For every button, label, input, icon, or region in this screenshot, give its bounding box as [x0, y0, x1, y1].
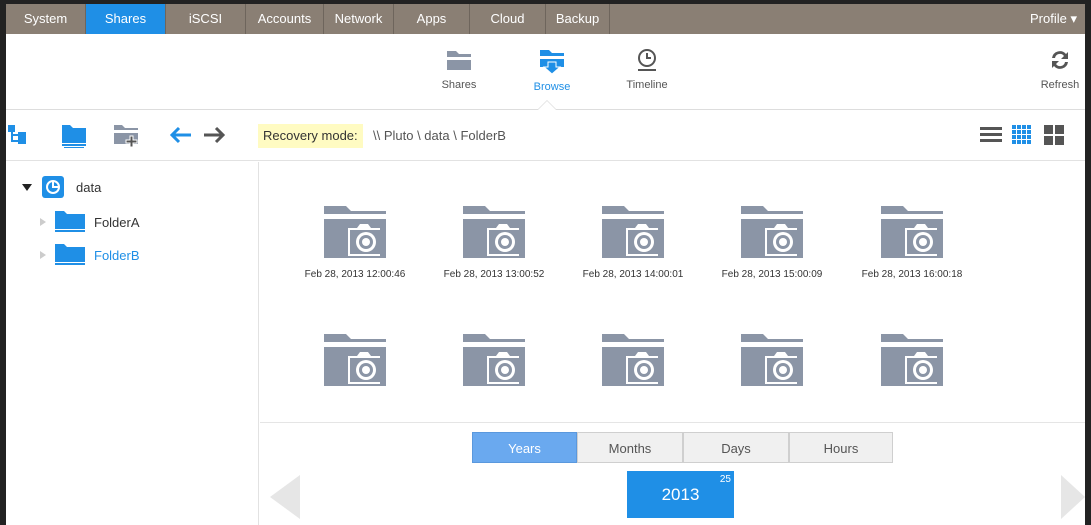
tab-iscsi[interactable]: iSCSI [166, 4, 246, 34]
snapshot-folder-camera-icon [463, 334, 525, 386]
snapshot-folder-camera-icon [741, 206, 803, 258]
snapshot-folder-camera-icon [324, 334, 386, 386]
active-tool-caret [538, 101, 556, 110]
profile-menu[interactable]: Profile ▾ [1030, 4, 1085, 34]
snapshot-timestamp: Feb 28, 2013 16:00:18 [861, 269, 963, 280]
snapshot-item[interactable] [568, 330, 698, 391]
expand-triangle-icon[interactable] [22, 182, 32, 192]
browse-tool-label: Browse [533, 81, 571, 93]
previous-arrow-icon[interactable] [270, 475, 300, 519]
tree-node-foldera[interactable]: FolderA [40, 209, 140, 235]
snapshot-timestamp: Feb 28, 2013 12:00:46 [304, 269, 406, 280]
snapshot-item[interactable]: Feb 28, 2013 16:00:18 [847, 202, 977, 280]
refresh-label: Refresh [1040, 79, 1080, 91]
snapshot-item[interactable] [847, 330, 977, 391]
snapshot-folder-camera-icon [463, 206, 525, 258]
tab-backup[interactable]: Backup [546, 4, 610, 34]
breadcrumb-path: \\ Pluto \ data \ FolderB [373, 128, 506, 143]
tree-label-foldera: FolderA [94, 214, 140, 230]
shares-tool-label: Shares [441, 79, 477, 91]
shared-folder-icon [55, 244, 85, 265]
time-selector: Years Months Days Hours 2013 25 [260, 422, 1085, 525]
recovery-mode-label: Recovery mode: [258, 124, 363, 148]
forward-arrow-icon[interactable] [202, 126, 226, 144]
tab-shares[interactable]: Shares [86, 4, 166, 34]
snapshot-folder-camera-icon [881, 334, 943, 386]
next-arrow-icon[interactable] [1061, 475, 1085, 519]
tab-apps[interactable]: Apps [394, 4, 470, 34]
small-grid-view-icon[interactable] [1012, 125, 1032, 145]
snapshot-folder-camera-icon [602, 334, 664, 386]
year-label: 2013 [661, 485, 700, 504]
tree-label-data: data [76, 179, 102, 195]
tree-node-data[interactable]: data [22, 176, 101, 198]
snapshot-item[interactable]: Feb 28, 2013 13:00:52 [429, 202, 559, 280]
snapshot-grid: Feb 28, 2013 12:00:46 Feb 28, 2013 13:00… [260, 162, 1085, 422]
tree-view-icon[interactable] [8, 123, 28, 147]
snapshot-folder-camera-icon [741, 334, 803, 386]
snapshot-item[interactable]: Feb 28, 2013 15:00:09 [707, 202, 837, 280]
year-2013-cell[interactable]: 2013 25 [627, 471, 734, 518]
collapsed-triangle-icon[interactable] [40, 218, 46, 226]
months-segment-button[interactable]: Months [577, 432, 683, 463]
snapshot-item[interactable] [429, 330, 559, 391]
tree-node-folderb[interactable]: FolderB [40, 242, 140, 268]
large-grid-view-icon[interactable] [1044, 125, 1064, 145]
refresh-button[interactable]: Refresh [1036, 48, 1084, 91]
tab-cloud[interactable]: Cloud [470, 4, 546, 34]
list-view-icon[interactable] [980, 126, 1002, 144]
volume-icon [42, 176, 64, 198]
days-segment-button[interactable]: Days [683, 432, 789, 463]
tab-network[interactable]: Network [324, 4, 394, 34]
snapshot-folder-camera-icon [602, 206, 664, 258]
shared-folder-icon [55, 211, 85, 232]
refresh-icon [1052, 51, 1068, 69]
timeline-tool-label: Timeline [626, 79, 668, 91]
tab-system[interactable]: System [6, 4, 86, 34]
folder-tree: data FolderA FolderB [6, 162, 259, 525]
browse-tool-button[interactable]: Browse [525, 48, 579, 93]
back-arrow-icon[interactable] [169, 126, 193, 144]
snapshot-item[interactable]: Feb 28, 2013 12:00:46 [290, 202, 420, 280]
snapshot-item[interactable] [290, 330, 420, 391]
share-folder-icon[interactable] [61, 123, 87, 149]
shares-folder-icon [447, 51, 471, 70]
snapshot-folder-camera-icon [324, 206, 386, 258]
snapshot-count-badge: 25 [719, 474, 731, 485]
shares-tool-button[interactable]: Shares [432, 48, 486, 91]
toolbar: Shares Browse Timeline Refresh [6, 34, 1085, 110]
snapshot-item[interactable]: Feb 28, 2013 14:00:01 [568, 202, 698, 280]
top-navigation: System Shares iSCSI Accounts Network App… [6, 4, 1085, 34]
snapshot-timestamp: Feb 28, 2013 14:00:01 [582, 269, 684, 280]
snapshot-timestamp: Feb 28, 2013 13:00:52 [443, 269, 545, 280]
timeline-tool-button[interactable]: Timeline [617, 48, 677, 91]
tab-accounts[interactable]: Accounts [246, 4, 324, 34]
snapshot-timestamp: Feb 28, 2013 15:00:09 [721, 269, 823, 280]
tree-label-folderb: FolderB [94, 247, 140, 263]
browse-folder-icon [540, 50, 564, 75]
hours-segment-button[interactable]: Hours [789, 432, 893, 463]
snapshot-item[interactable] [707, 330, 837, 391]
collapsed-triangle-icon[interactable] [40, 251, 46, 259]
path-bar: Recovery mode: \\ Pluto \ data \ FolderB [6, 111, 1085, 161]
new-folder-icon[interactable] [113, 123, 141, 149]
clock-icon [638, 49, 656, 71]
snapshot-folder-camera-icon [881, 206, 943, 258]
years-segment-button[interactable]: Years [472, 432, 577, 463]
